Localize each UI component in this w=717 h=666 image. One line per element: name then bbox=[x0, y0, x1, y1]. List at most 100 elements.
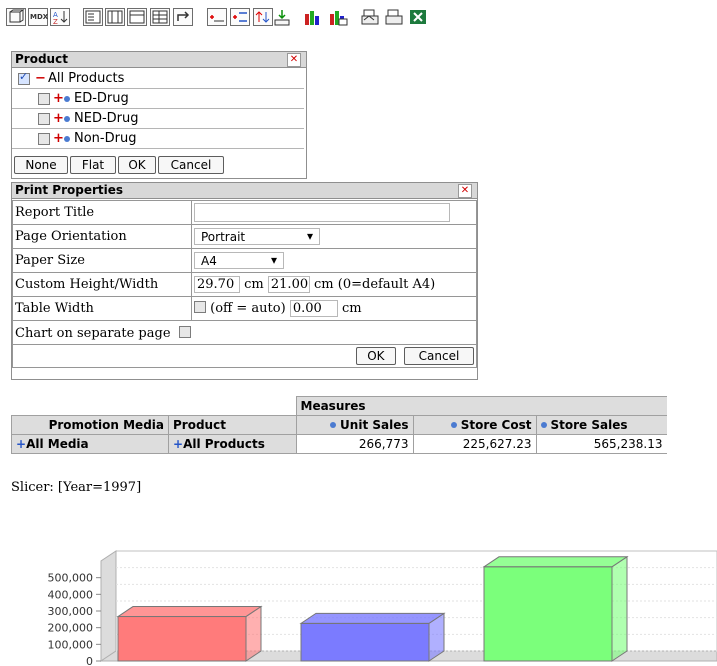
member-icon bbox=[450, 422, 457, 428]
close-icon[interactable]: ✕ bbox=[287, 53, 301, 67]
chevron-down-icon: ▾ bbox=[306, 229, 313, 243]
print-setup-icon[interactable] bbox=[384, 8, 404, 26]
checkbox[interactable] bbox=[38, 133, 50, 145]
y-tick-label: 400,000 bbox=[48, 588, 94, 601]
unit-hint-label: cm (0=default A4) bbox=[314, 277, 436, 292]
ok-button[interactable]: OK bbox=[355, 347, 396, 365]
close-icon[interactable]: ✕ bbox=[458, 184, 472, 198]
ok-button[interactable]: OK bbox=[118, 156, 156, 174]
row-label: All Products bbox=[183, 437, 265, 451]
y-tick-label: 300,000 bbox=[48, 605, 94, 618]
report-title-input[interactable] bbox=[194, 203, 450, 222]
toolbar: MDX AZ bbox=[0, 0, 717, 34]
member-icon bbox=[330, 422, 337, 428]
export-icon[interactable] bbox=[272, 8, 292, 26]
column-header-store-sales[interactable]: Store Sales bbox=[535, 415, 667, 435]
row-member-all-media[interactable]: +All Media bbox=[11, 434, 169, 454]
table-row: +All Media +All Products 266,773 225,627… bbox=[11, 434, 667, 454]
flat-button[interactable]: Flat bbox=[70, 156, 116, 174]
custom-size-label: Custom Height/Width bbox=[12, 272, 192, 297]
tree-item-label: ED-Drug bbox=[74, 91, 129, 106]
paper-size-select[interactable]: A4 ▾ bbox=[194, 252, 284, 269]
bar-chart: 0 100,000 200,000 300,000 400,000 500,000 bbox=[48, 550, 717, 666]
custom-height-input[interactable]: 29.70 bbox=[194, 276, 240, 293]
mdx-icon[interactable]: MDX bbox=[28, 8, 48, 26]
print-properties-table: Report Title Page Orientation Portrait ▾… bbox=[12, 200, 477, 368]
cell-store-sales: 565,238.13 bbox=[535, 434, 667, 454]
bar-chart-icon[interactable] bbox=[303, 8, 323, 26]
chart-separate-checkbox[interactable] bbox=[178, 325, 191, 338]
bar-side bbox=[611, 555, 628, 662]
report-title-label: Report Title bbox=[12, 200, 192, 225]
expand-icon[interactable] bbox=[230, 8, 250, 26]
member-icon bbox=[540, 422, 547, 428]
page-orientation-label: Page Orientation bbox=[12, 224, 192, 249]
bar bbox=[483, 566, 613, 662]
bar-top bbox=[116, 606, 263, 618]
column-label: Store Sales bbox=[550, 418, 628, 432]
excel-icon[interactable] bbox=[408, 8, 428, 26]
cube-icon[interactable] bbox=[6, 8, 26, 26]
collapse-icon[interactable]: − bbox=[35, 69, 46, 88]
tree-item-all-products[interactable]: − All Products bbox=[12, 69, 304, 89]
layout-icon[interactable] bbox=[127, 8, 147, 26]
column-header-unit-sales[interactable]: Unit Sales bbox=[295, 415, 414, 435]
expand-plus-icon[interactable]: + bbox=[16, 437, 26, 451]
y-tick-label: 100,000 bbox=[48, 638, 94, 651]
print-icon[interactable] bbox=[360, 8, 380, 26]
checkbox[interactable] bbox=[38, 113, 50, 125]
svg-text:Z: Z bbox=[53, 18, 58, 25]
row-member-all-products[interactable]: +All Products bbox=[168, 434, 297, 454]
chevron-down-icon: ▾ bbox=[270, 253, 277, 267]
arrows-icon[interactable] bbox=[253, 8, 273, 26]
cell-unit-sales: 266,773 bbox=[295, 434, 414, 454]
bar-top bbox=[299, 612, 446, 624]
member-icon bbox=[64, 96, 70, 102]
product-panel-title: Product bbox=[15, 52, 68, 66]
row-header-promotion-media[interactable]: Promotion Media bbox=[11, 415, 169, 435]
tree-item-label: NED-Drug bbox=[74, 111, 139, 126]
expand-plus-icon[interactable]: + bbox=[53, 129, 64, 148]
y-tick-label: 0 bbox=[86, 655, 93, 666]
drill-icon[interactable] bbox=[207, 8, 227, 26]
checkbox[interactable] bbox=[38, 93, 50, 105]
tree-item-non-drug[interactable]: + Non-Drug bbox=[12, 129, 304, 149]
select-value: Portrait bbox=[201, 230, 246, 244]
row-label: All Media bbox=[26, 437, 89, 451]
column-header-store-cost[interactable]: Store Cost bbox=[412, 415, 537, 435]
tree-item-ned-drug[interactable]: + NED-Drug bbox=[12, 109, 304, 129]
cancel-button[interactable]: Cancel bbox=[404, 347, 474, 365]
auto-width-label: (off = auto) bbox=[210, 301, 286, 316]
product-panel: Product ✕ − All Products + ED-Drug + NED… bbox=[11, 51, 307, 179]
table-width-label: Table Width bbox=[12, 296, 192, 321]
select-value: A4 bbox=[201, 254, 217, 268]
chart-config-icon[interactable] bbox=[328, 8, 348, 26]
unit-label: cm bbox=[244, 277, 264, 292]
column-label: Store Cost bbox=[460, 418, 532, 432]
tree-item-ed-drug[interactable]: + ED-Drug bbox=[12, 89, 304, 109]
expand-plus-icon[interactable]: + bbox=[53, 89, 64, 108]
custom-width-input[interactable]: 21.00 bbox=[267, 276, 310, 293]
expand-plus-icon[interactable]: + bbox=[173, 437, 183, 451]
row-header-product[interactable]: Product bbox=[168, 415, 297, 435]
align-left-icon[interactable] bbox=[83, 8, 103, 26]
tree-item-label: Non-Drug bbox=[74, 131, 137, 146]
tree-item-label: All Products bbox=[48, 71, 125, 86]
chart-separate-label: Chart on separate page bbox=[15, 325, 171, 341]
bar-top bbox=[482, 556, 629, 568]
undo-icon[interactable] bbox=[173, 8, 193, 26]
member-icon bbox=[64, 136, 70, 142]
y-tick-label: 500,000 bbox=[48, 572, 94, 585]
measures-header[interactable]: Measures bbox=[295, 396, 667, 416]
table-width-input[interactable]: 0.00 bbox=[289, 300, 338, 317]
align-center-icon[interactable] bbox=[105, 8, 125, 26]
sort-icon[interactable]: AZ bbox=[50, 8, 70, 26]
cancel-button[interactable]: Cancel bbox=[158, 156, 224, 174]
none-button[interactable]: None bbox=[14, 156, 68, 174]
table-icon[interactable] bbox=[150, 8, 170, 26]
expand-plus-icon[interactable]: + bbox=[53, 109, 64, 128]
checkbox[interactable] bbox=[18, 70, 30, 85]
page-orientation-select[interactable]: Portrait ▾ bbox=[194, 228, 320, 245]
member-icon bbox=[64, 116, 70, 122]
table-width-checkbox[interactable] bbox=[194, 301, 206, 313]
